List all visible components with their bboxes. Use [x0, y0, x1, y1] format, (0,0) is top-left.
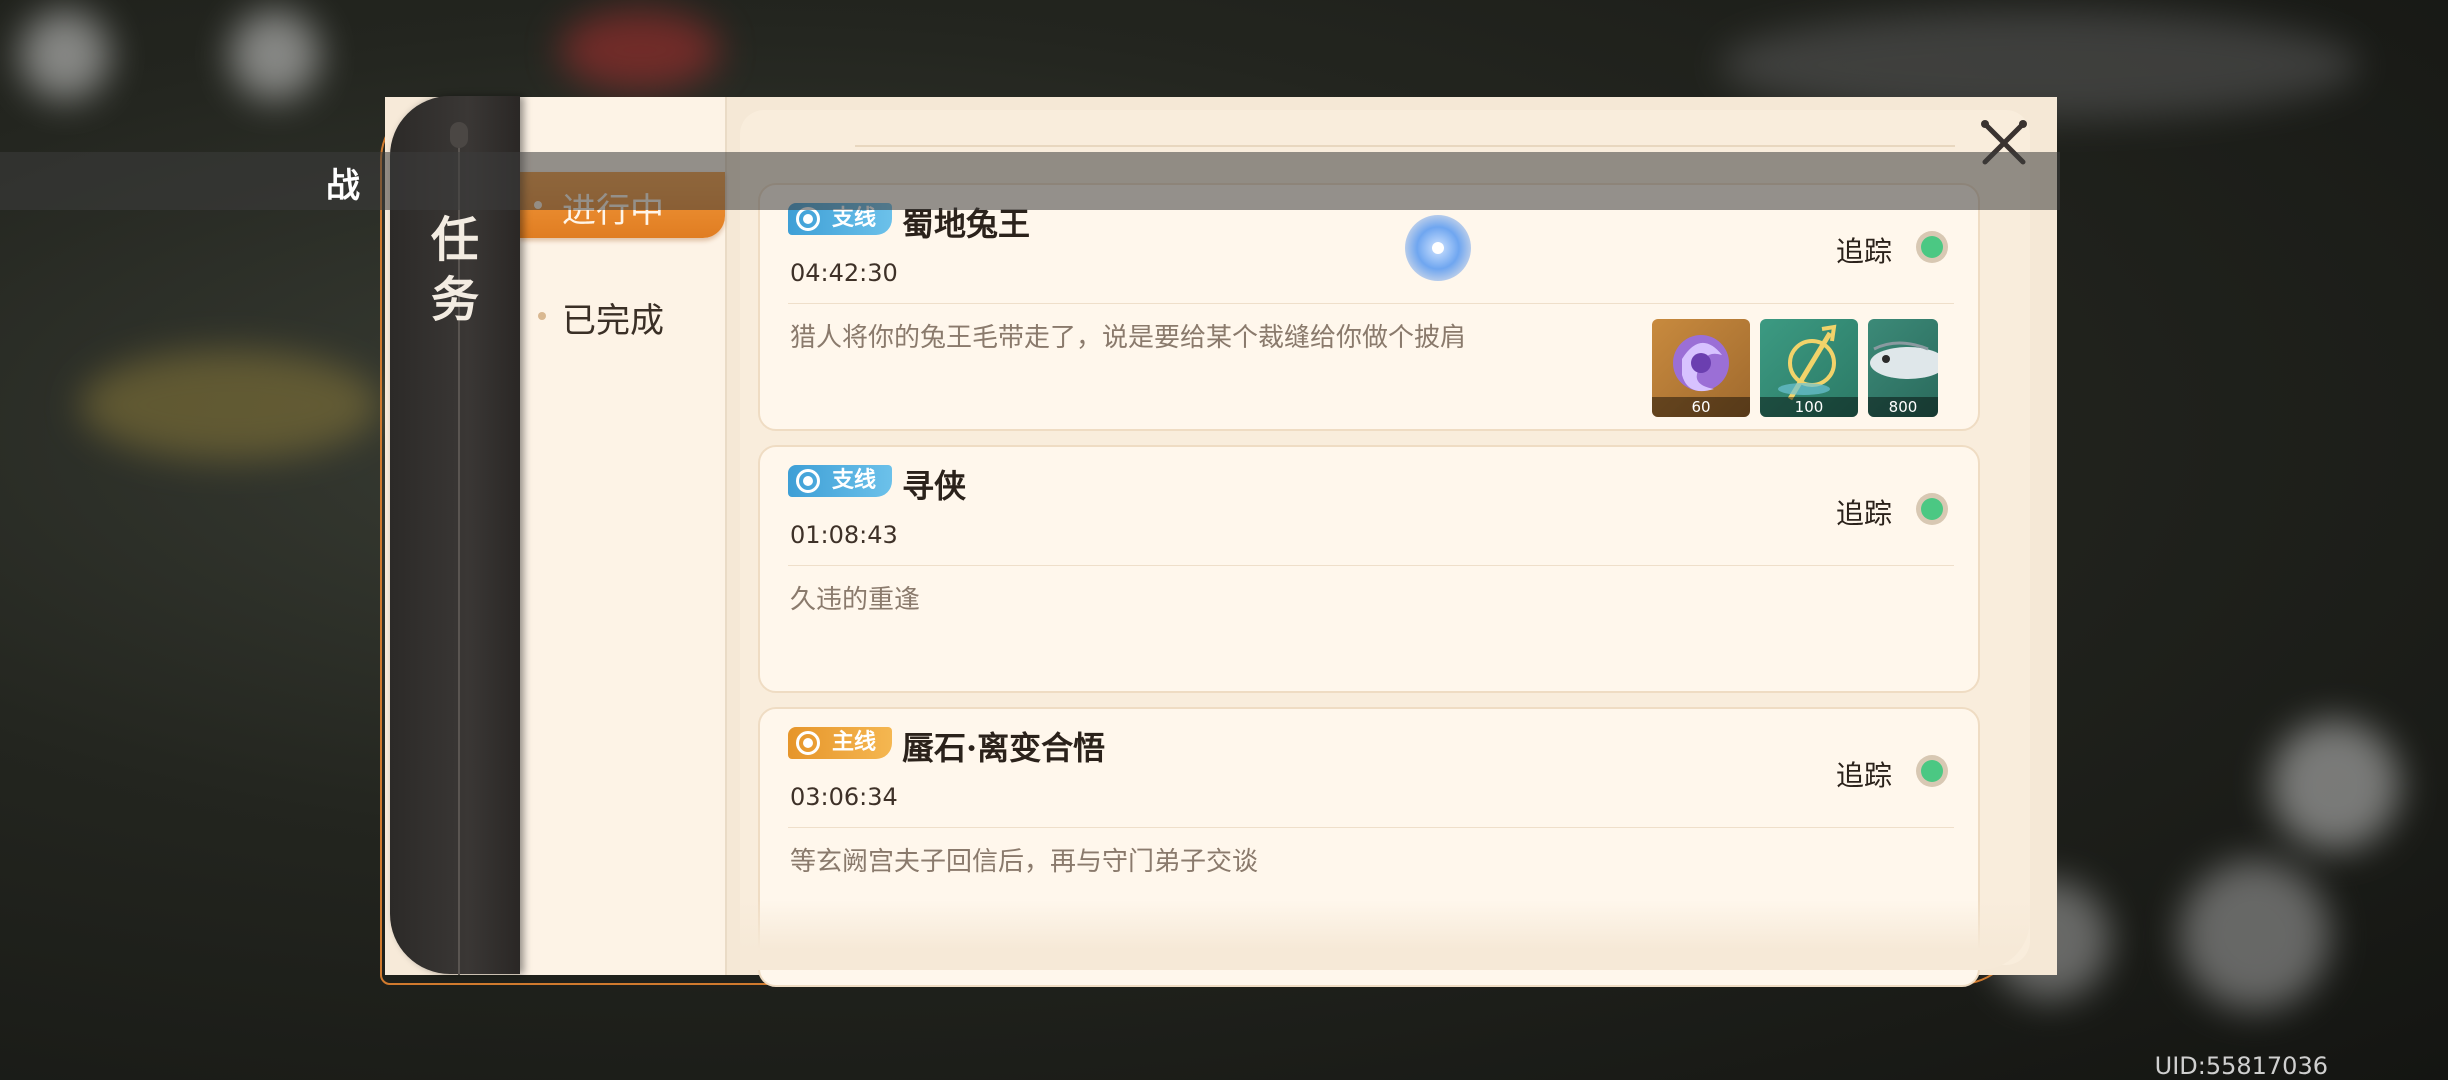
uid-label: UID:55817036: [2154, 1052, 2328, 1080]
target-icon: [796, 207, 820, 231]
reward-count: 100: [1760, 397, 1858, 417]
quest-timer: 01:08:43: [790, 521, 898, 549]
track-label: 追踪: [1835, 235, 1892, 268]
content-divider: [855, 145, 1955, 147]
quest-card[interactable]: 支线 蜀地兔王 04:42:30 猎人将你的兔王毛带走了，说是要给某个裁缝给你做…: [758, 183, 1980, 431]
tab-completed[interactable]: 已完成: [562, 293, 664, 342]
sidebar-title: 任务: [430, 212, 479, 328]
background-blur: [560, 10, 720, 90]
card-divider: [788, 565, 1954, 566]
target-icon: [796, 731, 820, 755]
fish-reward-icon[interactable]: 800: [1868, 319, 1938, 417]
list-fade: [740, 900, 2030, 970]
background-blur: [2180, 860, 2330, 1010]
compass-center-icon: [1432, 242, 1444, 254]
quest-title: 蜃石·离变合悟: [902, 729, 1106, 767]
background-blur: [2270, 720, 2400, 850]
card-divider: [788, 303, 1954, 304]
reward-count: 60: [1652, 397, 1750, 417]
target-icon: [796, 469, 820, 493]
track-label: 追踪: [1835, 497, 1892, 530]
background-blur: [80, 350, 380, 460]
quest-type-label: 支线: [832, 468, 877, 493]
strip-label: 战: [326, 166, 360, 206]
background-blur: [20, 10, 110, 100]
track-label: 追踪: [1835, 759, 1892, 792]
purple-orb-reward-icon[interactable]: 60: [1652, 319, 1750, 417]
quest-type-label: 主线: [832, 730, 877, 755]
quest-title: 寻侠: [902, 467, 967, 505]
quest-card[interactable]: 支线 寻侠 01:08:43 久违的重逢 追踪: [758, 445, 1980, 693]
quest-description: 等玄阙宫夫子回信后，再与守门弟子交谈: [790, 847, 1259, 877]
track-toggle[interactable]: [1916, 231, 1948, 263]
quest-timer: 03:06:34: [790, 783, 898, 811]
tab-bullet-icon: [538, 312, 546, 320]
quest-description: 猎人将你的兔王毛带走了，说是要给某个裁缝给你做个披肩: [790, 323, 1467, 353]
quest-type-badge: 主线: [788, 727, 893, 759]
quest-type-badge: 支线: [788, 465, 893, 497]
quest-description: 久违的重逢: [790, 585, 921, 615]
track-toggle[interactable]: [1916, 755, 1948, 787]
track-toggle[interactable]: [1916, 493, 1948, 525]
background-blur: [230, 10, 320, 100]
golden-trident-reward-icon[interactable]: 100: [1760, 319, 1858, 417]
card-divider: [788, 827, 1954, 828]
quest-timer: 04:42:30: [790, 259, 898, 287]
top-overlay-strip: [0, 152, 2060, 210]
spine-knob-icon: [450, 122, 468, 148]
reward-count: 800: [1868, 397, 1938, 417]
